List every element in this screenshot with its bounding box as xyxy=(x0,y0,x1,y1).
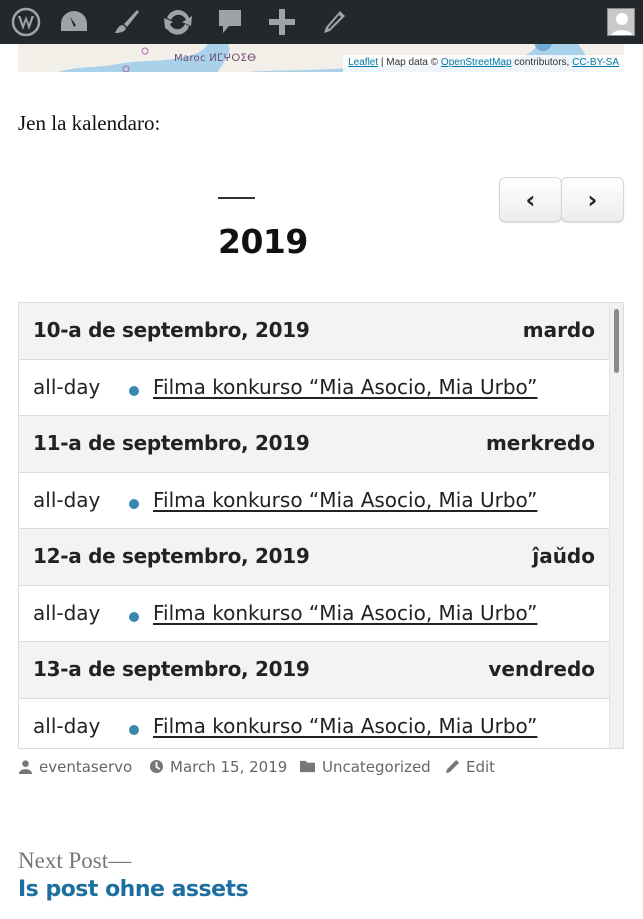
intro-text: Jen la kalendaro: xyxy=(18,111,161,135)
prev-button[interactable]: ‹ xyxy=(499,177,562,222)
event-row: all-day Filma konkurso “Mia Asocio, Mia … xyxy=(19,472,609,529)
day-weekday: merkredo xyxy=(485,431,595,455)
event-time: all-day xyxy=(33,601,101,625)
event-row: all-day Filma konkurso “Mia Asocio, Mia … xyxy=(19,698,609,748)
author-link[interactable]: eventaservo xyxy=(39,758,132,776)
category-link[interactable]: Uncategorized xyxy=(322,758,431,776)
map-place-label: Maroc ⵍⵎⵖⵔⵉⴱ xyxy=(174,53,257,64)
day-header: 12-a de septembro, 2019 ĵaŭdo xyxy=(19,529,609,586)
osm-link[interactable]: OpenStreetMap xyxy=(441,57,512,68)
divider xyxy=(218,197,255,199)
event-link[interactable]: Filma konkurso “Mia Asocio, Mia Urbo” xyxy=(153,714,537,738)
day-date: 12-a de septembro, 2019 xyxy=(33,544,310,568)
day-header: 10-a de septembro, 2019 mardo xyxy=(19,303,609,360)
event-dot-icon xyxy=(129,612,139,622)
person-icon xyxy=(18,760,33,774)
new-icon[interactable] xyxy=(256,0,308,44)
day-header: 13-a de septembro, 2019 vendredo xyxy=(19,642,609,699)
day-date: 10-a de septembro, 2019 xyxy=(33,318,310,342)
day-weekday: vendredo xyxy=(488,657,595,681)
post-category: Uncategorized xyxy=(299,758,431,776)
event-map[interactable]: Maroc ⵍⵎⵖⵔⵉⴱ Leaflet | Map data © OpenSt… xyxy=(18,44,624,72)
event-dot-icon xyxy=(129,386,139,396)
post-author: eventaservo xyxy=(18,758,132,776)
event-link[interactable]: Filma konkurso “Mia Asocio, Mia Urbo” xyxy=(153,488,537,512)
scrollbar-thumb[interactable] xyxy=(614,309,619,373)
map-attribution: Leaflet | Map data © OpenStreetMap contr… xyxy=(343,55,624,72)
next-post-label: Next Post— xyxy=(18,848,132,873)
event-link[interactable]: Filma konkurso “Mia Asocio, Mia Urbo” xyxy=(153,375,537,399)
avatar[interactable] xyxy=(607,8,635,36)
next-button[interactable]: › xyxy=(561,177,624,222)
event-time: all-day xyxy=(33,714,101,738)
wordpress-icon[interactable] xyxy=(0,0,52,44)
clock-icon xyxy=(149,759,164,774)
calendar-year: 2019 xyxy=(218,222,308,261)
folder-icon xyxy=(300,760,315,773)
scrollbar[interactable] xyxy=(609,303,623,748)
day-header: 11-a de septembro, 2019 merkredo xyxy=(19,416,609,473)
next-post-link[interactable]: Is post ohne assets xyxy=(18,877,249,902)
license-link[interactable]: CC-BY-SA xyxy=(572,57,619,68)
date-link[interactable]: March 15, 2019 xyxy=(170,758,287,776)
pencil-icon xyxy=(445,759,460,774)
event-row: all-day Filma konkurso “Mia Asocio, Mia … xyxy=(19,585,609,642)
day-date: 11-a de septembro, 2019 xyxy=(33,431,310,455)
leaflet-link[interactable]: Leaflet xyxy=(348,57,378,68)
event-time: all-day xyxy=(33,488,101,512)
edit-link[interactable]: Edit xyxy=(466,758,495,776)
event-time: all-day xyxy=(33,375,101,399)
comments-icon[interactable] xyxy=(204,0,256,44)
attribution-contrib: contributors, xyxy=(511,57,573,68)
event-row: all-day Filma konkurso “Mia Asocio, Mia … xyxy=(19,359,609,416)
admin-bar xyxy=(0,0,643,44)
day-date: 13-a de septembro, 2019 xyxy=(33,657,310,681)
event-link[interactable]: Filma konkurso “Mia Asocio, Mia Urbo” xyxy=(153,601,537,625)
event-dot-icon xyxy=(129,499,139,509)
event-list[interactable]: 10-a de septembro, 2019 mardo all-day Fi… xyxy=(18,302,624,749)
dashboard-icon[interactable] xyxy=(48,0,100,44)
post-date: March 15, 2019 xyxy=(149,758,287,776)
day-weekday: mardo xyxy=(522,318,595,342)
day-weekday: ĵaŭdo xyxy=(532,544,595,568)
customize-icon[interactable] xyxy=(100,0,152,44)
attribution-text: | Map data © xyxy=(378,57,441,68)
post-edit: Edit xyxy=(445,758,495,776)
edit-icon[interactable] xyxy=(308,0,360,44)
event-dot-icon xyxy=(129,725,139,735)
updates-icon[interactable] xyxy=(152,0,204,44)
